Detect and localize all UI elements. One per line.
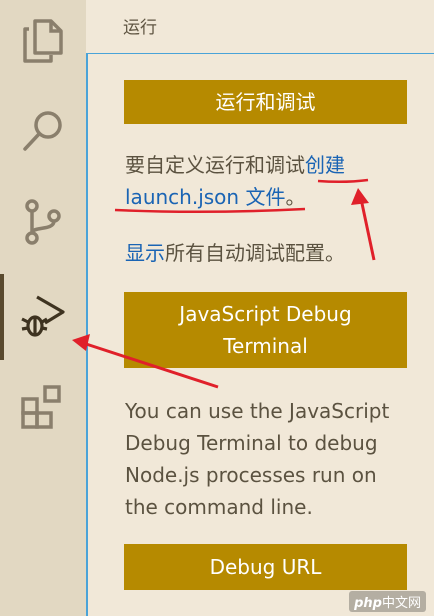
show-all-link[interactable]: 显示 — [125, 241, 165, 265]
run-debug-panel: 运行 运行和调试 要自定义运行和调试创建 launch.json 文件。 显示所… — [86, 0, 434, 616]
js-debug-button-line1: JavaScript Debug — [179, 302, 352, 326]
js-debug-description: You can use the JavaScript Debug Termina… — [125, 399, 390, 519]
run-debug-icon — [21, 295, 65, 337]
js-debug-button-line2: Terminal — [223, 334, 308, 358]
run-and-debug-button[interactable]: 运行和调试 — [124, 80, 407, 124]
activity-item-extensions[interactable] — [0, 366, 86, 452]
source-control-icon — [25, 199, 61, 245]
activity-item-search[interactable] — [0, 90, 86, 176]
activity-item-run-debug[interactable] — [0, 274, 86, 360]
activity-item-source-control[interactable] — [0, 181, 86, 267]
active-indicator — [0, 274, 4, 360]
watermark-suffix: 中文网 — [381, 596, 421, 611]
customize-prefix: 要自定义运行和调试 — [125, 153, 305, 177]
create-link[interactable]: 创建 — [305, 153, 345, 177]
files-icon — [23, 19, 63, 63]
panel-title: 运行 — [123, 18, 157, 38]
activity-bar — [0, 0, 86, 616]
panel-body: 运行和调试 要自定义运行和调试创建 launch.json 文件。 显示所有自动… — [86, 53, 434, 616]
javascript-debug-terminal-button[interactable]: JavaScript Debug Terminal — [124, 292, 407, 368]
show-all-suffix: 所有自动调试配置。 — [165, 241, 345, 265]
extensions-icon — [21, 385, 61, 429]
activity-item-explorer[interactable] — [0, 0, 86, 86]
watermark-brand: php — [354, 596, 382, 611]
customize-text: 要自定义运行和调试创建 launch.json 文件。 — [125, 149, 415, 213]
debug-url-button[interactable]: Debug URL — [124, 544, 407, 590]
launch-json-link[interactable]: launch.json 文件 — [125, 185, 285, 209]
customize-suffix: 。 — [285, 185, 306, 209]
search-icon — [23, 111, 62, 151]
watermark: php中文网 — [349, 591, 426, 612]
show-all-text: 显示所有自动调试配置。 — [125, 237, 415, 269]
